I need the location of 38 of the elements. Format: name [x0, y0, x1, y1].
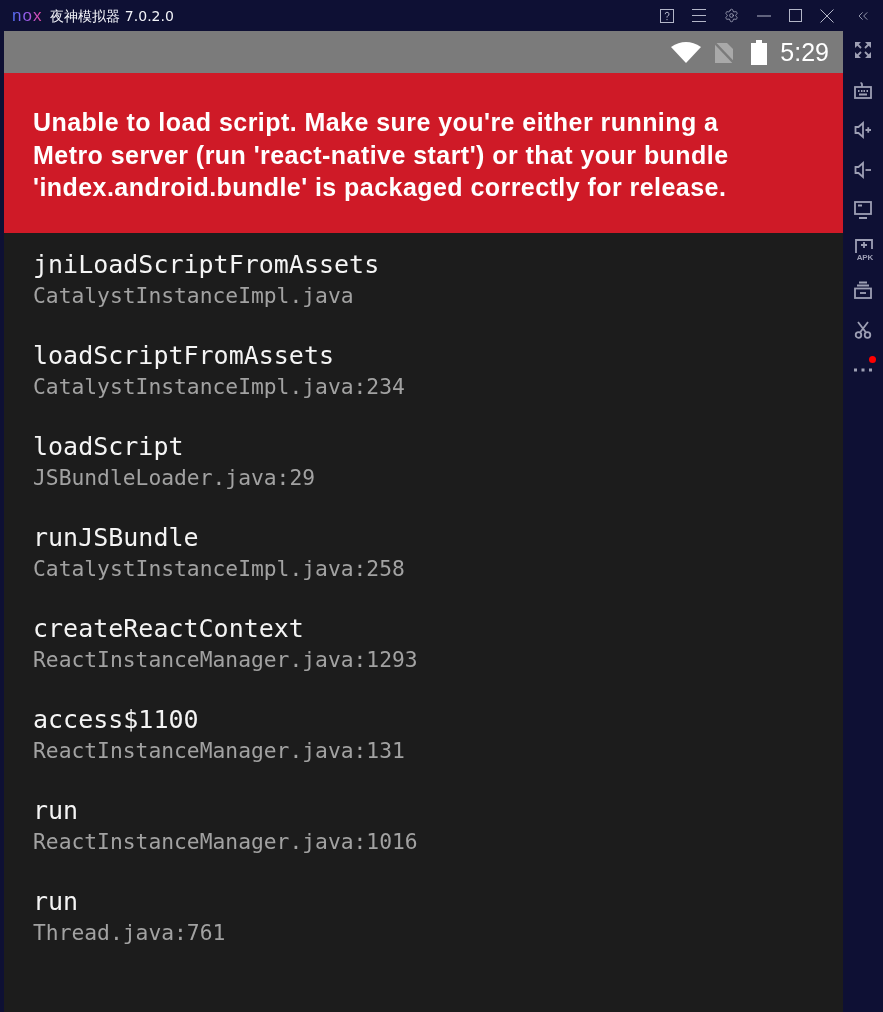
- plus-box-icon: [855, 238, 873, 253]
- source-location: CatalystInstanceImpl.java:258: [33, 555, 405, 583]
- method-name: loadScript: [33, 431, 184, 463]
- battery-icon: [751, 39, 768, 65]
- settings-icon[interactable]: [724, 8, 739, 23]
- method-name: run: [33, 886, 79, 918]
- source-location: ReactInstanceManager.java:1293: [33, 646, 418, 674]
- apk-install-button[interactable]: APK: [855, 238, 873, 262]
- no-sim-icon: [714, 41, 735, 63]
- source-location: CatalystInstanceImpl.java:234: [33, 373, 405, 401]
- layers-icon[interactable]: [854, 281, 872, 299]
- menu-icon[interactable]: [692, 9, 706, 22]
- window-title: 夜神模拟器 7.0.2.0: [50, 6, 174, 25]
- volume-up-icon[interactable]: [854, 121, 872, 139]
- scissors-icon[interactable]: [854, 321, 872, 339]
- source-location: Thread.java:761: [33, 919, 226, 947]
- help-icon[interactable]: [660, 8, 674, 23]
- method-name: createReactContext: [33, 613, 304, 645]
- maximize-icon[interactable]: [789, 9, 802, 22]
- method-name: access$1100: [33, 704, 199, 736]
- wifi-icon: [671, 41, 702, 63]
- minimize-icon[interactable]: [757, 14, 771, 17]
- keyboard-icon[interactable]: [854, 81, 872, 99]
- source-location: ReactInstanceManager.java:131: [33, 737, 405, 765]
- source-location: JSBundleLoader.java:29: [33, 464, 316, 492]
- close-icon[interactable]: [820, 8, 834, 23]
- method-name: run: [33, 795, 79, 827]
- method-name: jniLoadScriptFromAssets: [33, 249, 380, 281]
- fullscreen-icon[interactable]: [854, 41, 872, 59]
- source-location: CatalystInstanceImpl.java: [33, 282, 354, 310]
- monitor-icon[interactable]: [854, 201, 872, 219]
- status-time: 5:29: [780, 37, 829, 67]
- error-message: Unable to load script. Make sure you're either running a Metro server (run 'react-native start') or that your bundle 'index.android.bundle' is packaged correctly for release.: [33, 107, 730, 203]
- method-name: runJSBundle: [33, 522, 199, 554]
- more-icon[interactable]: [854, 368, 872, 372]
- volume-down-icon[interactable]: [854, 161, 872, 179]
- source-location: ReactInstanceManager.java:1016: [33, 828, 418, 856]
- method-name: loadScriptFromAssets: [33, 340, 335, 372]
